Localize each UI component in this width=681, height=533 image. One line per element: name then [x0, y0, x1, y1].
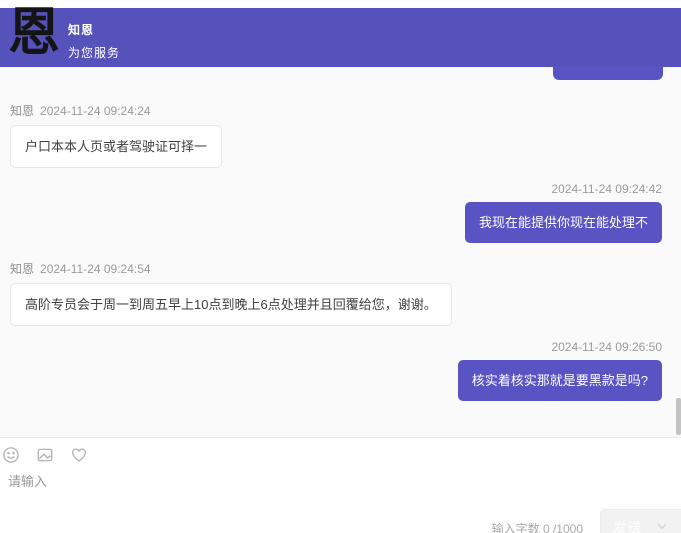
message-bubble: 户口本本人页或者驾驶证可择一: [10, 125, 222, 168]
timestamp: 2024-11-24 09:24:42: [551, 182, 662, 196]
brand-tagline: 为您服务: [68, 44, 120, 61]
send-button[interactable]: 发送: [600, 509, 681, 533]
send-options-chevron-icon[interactable]: [655, 519, 669, 533]
emoji-icon[interactable]: [2, 446, 20, 464]
char-count: 输入字数 0 /1000: [492, 520, 583, 533]
chat-window: 恩 知恩 为您服务 知恩 2024-11-24 09:24:24 户口本本人页或者…: [0, 0, 681, 533]
message-meta: 2024-11-24 09:24:42: [551, 182, 662, 196]
char-count-limit: /1000: [553, 522, 583, 533]
brand-block: 知恩 为您服务: [68, 21, 120, 61]
char-count-label: 输入字数: [492, 522, 540, 533]
message-agent-1: 知恩 2024-11-24 09:24:24 户口本本人页或者驾驶证可择一: [10, 102, 222, 168]
composer-toolbar: [2, 446, 88, 464]
partial-message-bubble: [553, 67, 663, 80]
message-user-2: 2024-11-24 09:26:50 核实着核实那就是要黑款是吗?: [458, 340, 662, 401]
image-icon[interactable]: [36, 446, 54, 464]
scrollbar-thumb[interactable]: [676, 398, 681, 435]
message-list[interactable]: 知恩 2024-11-24 09:24:24 户口本本人页或者驾驶证可择一 202…: [0, 67, 681, 437]
sender-name: 知恩: [10, 262, 34, 276]
message-bubble: 我现在能提供你现在能处理不: [465, 202, 662, 243]
message-meta: 2024-11-24 09:26:50: [551, 340, 662, 354]
sender-name: 知恩: [10, 104, 34, 118]
char-count-value: 0: [543, 522, 550, 533]
message-bubble: 核实着核实那就是要黑款是吗?: [458, 360, 662, 401]
message-meta: 知恩 2024-11-24 09:24:24: [10, 102, 151, 119]
send-button-label: 发送: [613, 517, 643, 533]
timestamp: 2024-11-24 09:26:50: [551, 340, 662, 354]
message-meta: 知恩 2024-11-24 09:24:54: [10, 260, 151, 277]
message-input[interactable]: [8, 471, 408, 491]
brand-name: 知恩: [68, 21, 120, 38]
composer: 输入字数 0 /1000 发送: [0, 437, 681, 533]
heart-icon[interactable]: [70, 446, 88, 464]
timestamp: 2024-11-24 09:24:24: [40, 104, 151, 118]
message-bubble: 高阶专员会于周一到周五早上10点到晚上6点处理并且回覆给您，谢谢。: [10, 283, 452, 326]
message-agent-2: 知恩 2024-11-24 09:24:54 高阶专员会于周一到周五早上10点到晚…: [10, 260, 452, 326]
timestamp: 2024-11-24 09:24:54: [40, 262, 151, 276]
brand-logo: 恩: [6, 2, 62, 64]
header-bar: 恩 知恩 为您服务: [0, 8, 681, 67]
message-user-1: 2024-11-24 09:24:42 我现在能提供你现在能处理不: [465, 182, 662, 243]
